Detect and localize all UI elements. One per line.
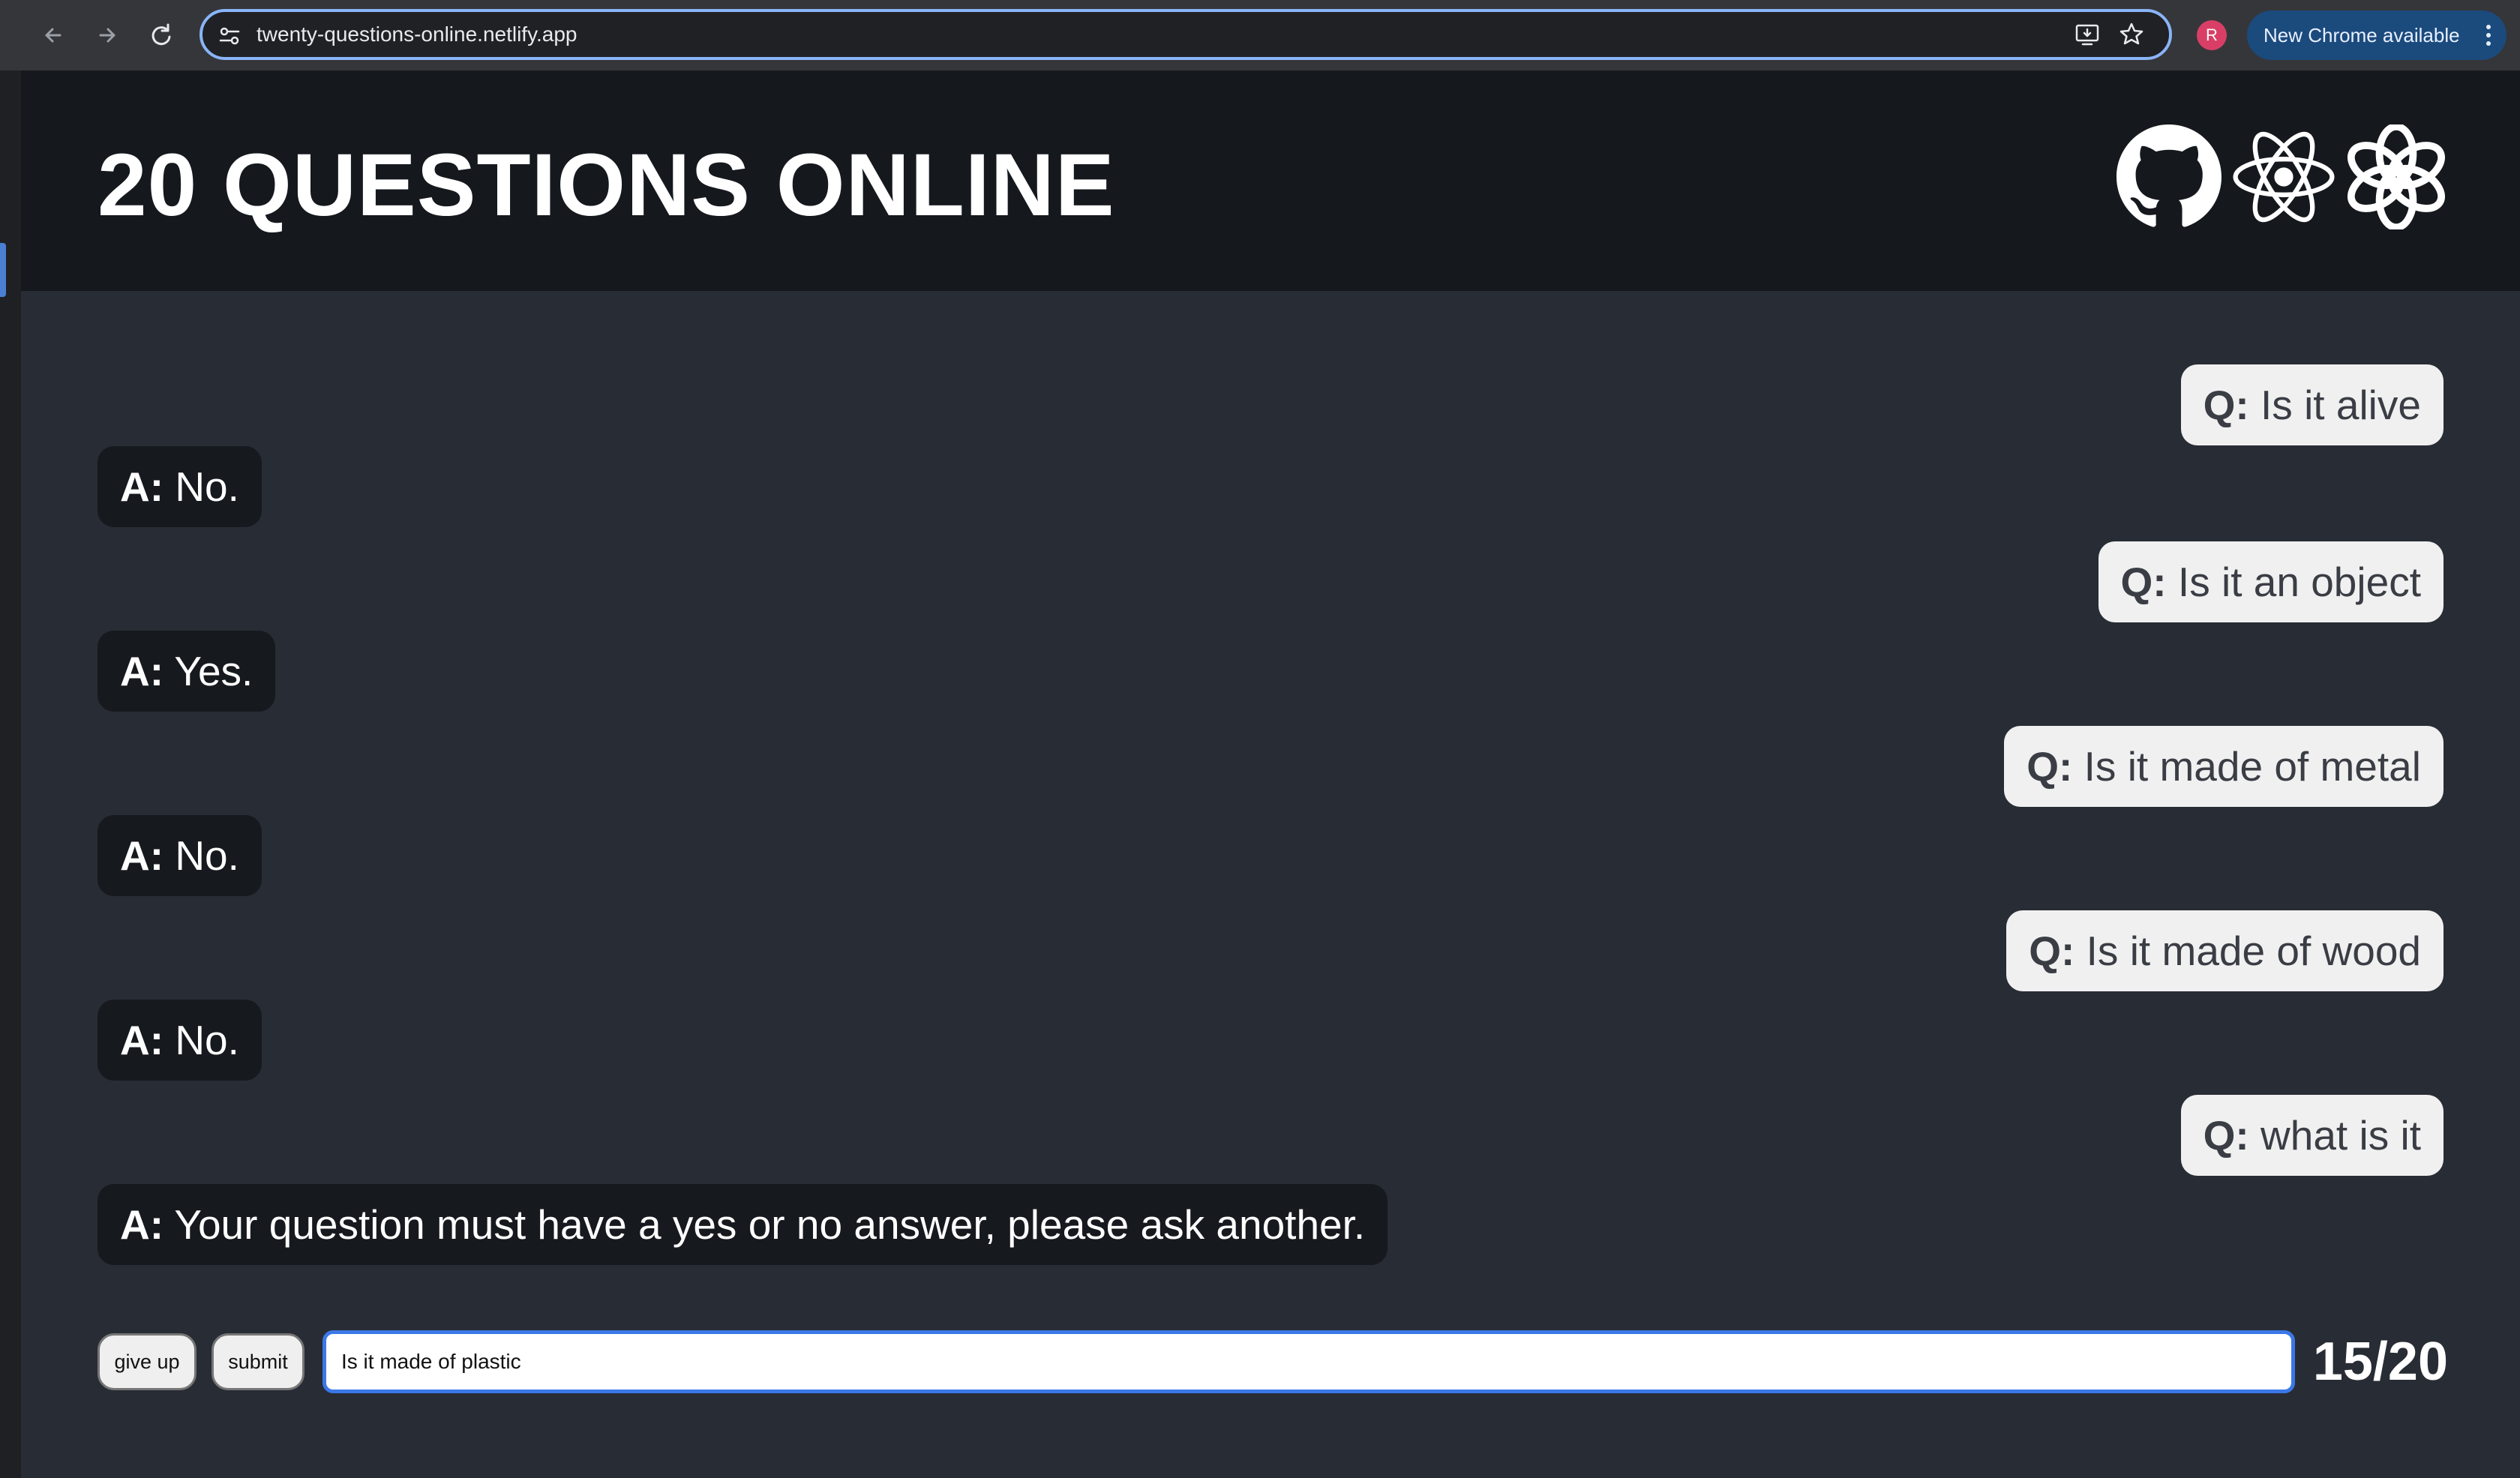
openai-link[interactable] bbox=[2344, 124, 2449, 229]
reload-button[interactable] bbox=[142, 16, 180, 54]
answer-prefix: A: bbox=[120, 1017, 164, 1063]
url-text[interactable]: twenty-questions-online.netlify.app bbox=[256, 12, 578, 57]
question-bubble: Q: Is it alive bbox=[2180, 364, 2444, 445]
app-header: 20 QUESTIONS ONLINE bbox=[21, 70, 2520, 291]
answer-prefix: A: bbox=[120, 1201, 164, 1248]
answer-prefix: A: bbox=[120, 648, 164, 694]
answer-bubble: A: Your question must have a yes or no a… bbox=[98, 1184, 1388, 1265]
question-bubble: Q: what is it bbox=[2180, 1095, 2444, 1176]
answer-bubble: A: No. bbox=[98, 446, 262, 527]
page-title: 20 QUESTIONS ONLINE bbox=[98, 136, 1115, 235]
question-bubble: Q: Is it made of wood bbox=[2006, 910, 2444, 991]
answer-bubble: A: No. bbox=[98, 815, 262, 896]
answer-text: No. bbox=[164, 1017, 239, 1063]
update-label: New Chrome available bbox=[2264, 24, 2460, 46]
answer-text: No. bbox=[164, 463, 239, 510]
question-prefix: Q: bbox=[2029, 928, 2075, 974]
forward-button[interactable] bbox=[88, 16, 126, 54]
question-text: Is it made of wood bbox=[2074, 928, 2421, 974]
answer-text: Yes. bbox=[164, 648, 254, 694]
question-prefix: Q: bbox=[2203, 1112, 2249, 1159]
new-chrome-available-button[interactable]: New Chrome available bbox=[2247, 10, 2506, 60]
profile-avatar[interactable]: R bbox=[2197, 20, 2227, 50]
question-text: what is it bbox=[2248, 1112, 2421, 1159]
install-app-icon[interactable] bbox=[2074, 21, 2102, 48]
answer-prefix: A: bbox=[120, 463, 164, 510]
question-prefix: Q: bbox=[2120, 559, 2167, 605]
question-prefix: Q: bbox=[2203, 382, 2249, 428]
question-text: Is it alive bbox=[2248, 382, 2421, 428]
browser-toolbar: twenty-questions-online.netlify.app R Ne… bbox=[0, 0, 2520, 70]
github-link[interactable] bbox=[2116, 124, 2222, 229]
question-text: Is it made of metal bbox=[2072, 743, 2421, 790]
github-icon bbox=[2116, 124, 2222, 227]
app-main: 20 QUESTIONS ONLINE Q: Is it alive A: No… bbox=[21, 70, 2520, 1478]
forward-arrow-icon bbox=[99, 28, 116, 43]
answer-text: Your question must have a yes or no answ… bbox=[164, 1201, 1366, 1248]
site-info-icon[interactable] bbox=[218, 24, 242, 48]
back-button[interactable] bbox=[34, 16, 72, 54]
question-text: Is it an object bbox=[2166, 559, 2421, 605]
answer-prefix: A: bbox=[120, 832, 164, 879]
address-bar[interactable]: twenty-questions-online.netlify.app bbox=[200, 9, 2172, 60]
more-vert-icon[interactable] bbox=[2481, 20, 2496, 50]
submit-button[interactable]: submit bbox=[212, 1333, 304, 1390]
side-panel-indicator bbox=[0, 243, 6, 297]
give-up-button[interactable]: give up bbox=[98, 1333, 196, 1390]
question-prefix: Q: bbox=[2026, 743, 2073, 790]
bookmark-star-icon[interactable] bbox=[2118, 21, 2145, 48]
react-link[interactable] bbox=[2231, 124, 2336, 229]
question-input[interactable] bbox=[322, 1330, 2295, 1393]
react-atom-icon bbox=[2233, 131, 2335, 223]
answer-text: No. bbox=[164, 832, 239, 879]
back-arrow-icon bbox=[45, 28, 62, 43]
question-counter: 15/20 bbox=[2312, 1332, 2448, 1392]
answer-bubble: A: No. bbox=[98, 1000, 262, 1081]
reload-icon bbox=[152, 23, 171, 46]
question-bubble: Q: Is it an object bbox=[2098, 541, 2444, 622]
openai-icon bbox=[2347, 124, 2446, 229]
answer-bubble: A: Yes. bbox=[98, 631, 276, 712]
window-left-edge bbox=[0, 70, 21, 1478]
question-bubble: Q: Is it made of metal bbox=[2004, 726, 2444, 807]
